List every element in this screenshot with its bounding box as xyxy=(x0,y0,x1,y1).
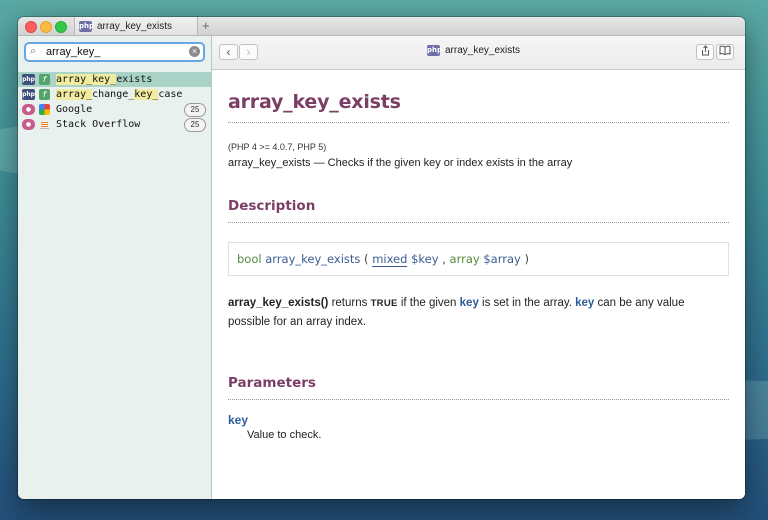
app-window: php array_key_exists + ⌕ × php f array_k… xyxy=(18,17,745,499)
parameters-heading: Parameters xyxy=(228,375,729,400)
forward-button[interactable]: › xyxy=(239,44,258,60)
google-icon xyxy=(39,104,50,115)
zoom-window-button[interactable] xyxy=(55,21,67,33)
tab-label: array_key_exists xyxy=(97,20,173,32)
param-link[interactable]: key xyxy=(575,297,594,309)
param-link[interactable]: key xyxy=(460,297,479,309)
result-count-badge: 25 xyxy=(184,118,206,132)
new-tab-button[interactable]: + xyxy=(202,18,210,34)
method-synopsis: bool array_key_exists ( mixed $key , arr… xyxy=(228,242,729,276)
result-array-change-key-case[interactable]: php f array_change_key_case xyxy=(18,87,211,102)
share-icon xyxy=(701,45,709,56)
ref-purpose: array_key_exists — Checks if the given k… xyxy=(228,157,573,169)
open-paren: ( xyxy=(364,252,369,266)
param-var: $array xyxy=(483,252,521,266)
php-docset-icon: php xyxy=(79,20,95,32)
result-label: array_key_exists xyxy=(56,74,153,85)
function-type-icon: f xyxy=(39,74,50,85)
search-results: php f array_key_exists php f array_chang… xyxy=(18,72,211,132)
return-type: bool xyxy=(237,252,262,266)
result-google[interactable]: ● Google 25 xyxy=(18,102,211,117)
function-type-icon: f xyxy=(39,89,50,100)
param-description: Value to check. xyxy=(247,429,322,441)
param-name: key xyxy=(228,413,249,427)
php-docset-icon: php xyxy=(22,74,35,85)
param-type: array xyxy=(449,252,480,266)
result-array-key-exists[interactable]: php f array_key_exists xyxy=(18,72,211,87)
clear-search-icon[interactable]: × xyxy=(189,46,200,57)
close-window-button[interactable] xyxy=(25,21,37,33)
doc-content: array_key_exists (PHP 4 >= 4.0.7, PHP 5)… xyxy=(212,70,745,499)
php-docset-icon: php xyxy=(427,45,443,56)
web-search-icon: ● xyxy=(22,119,35,130)
result-label: Google xyxy=(56,104,93,115)
php-docset-icon: php xyxy=(22,89,35,100)
search-icon: ⌕ xyxy=(30,45,37,57)
stackoverflow-icon xyxy=(39,119,50,130)
web-search-icon: ● xyxy=(22,104,35,115)
page-title-bar: php array_key_exists xyxy=(427,45,520,56)
back-button[interactable]: ‹ xyxy=(219,44,238,60)
description-paragraph: array_key_exists() returns TRUE if the g… xyxy=(228,297,685,328)
toolbar-title: array_key_exists xyxy=(445,45,521,56)
sidebar: ⌕ × php f array_key_exists php f array_c… xyxy=(18,36,212,499)
result-count-badge: 25 xyxy=(184,103,206,117)
minimize-window-button[interactable] xyxy=(40,21,52,33)
search-box[interactable]: ⌕ × xyxy=(24,42,205,62)
share-button[interactable] xyxy=(696,44,714,60)
content-toolbar: ‹ › php array_key_exists xyxy=(212,36,745,70)
description-heading: Description xyxy=(228,198,729,223)
page-title: array_key_exists xyxy=(228,91,729,123)
constant-true: TRUE xyxy=(370,298,398,309)
result-label: Stack Overflow xyxy=(56,119,141,130)
separator: , xyxy=(442,252,446,266)
result-stack-overflow[interactable]: ● Stack Overflow 25 xyxy=(18,117,211,132)
close-paren: ) xyxy=(524,252,529,266)
param-type-link[interactable]: mixed xyxy=(372,252,408,267)
book-icon xyxy=(719,45,731,56)
version-info: (PHP 4 >= 4.0.7, PHP 5) xyxy=(228,142,327,152)
result-label: array_change_key_case xyxy=(56,89,183,100)
search-input[interactable] xyxy=(46,44,186,60)
tab-array-key-exists[interactable]: php array_key_exists xyxy=(74,17,198,35)
bookmark-button[interactable] xyxy=(716,44,734,60)
title-bar: php array_key_exists + xyxy=(18,17,745,36)
param-var: $key xyxy=(411,252,439,266)
function-name: array_key_exists xyxy=(265,252,361,266)
